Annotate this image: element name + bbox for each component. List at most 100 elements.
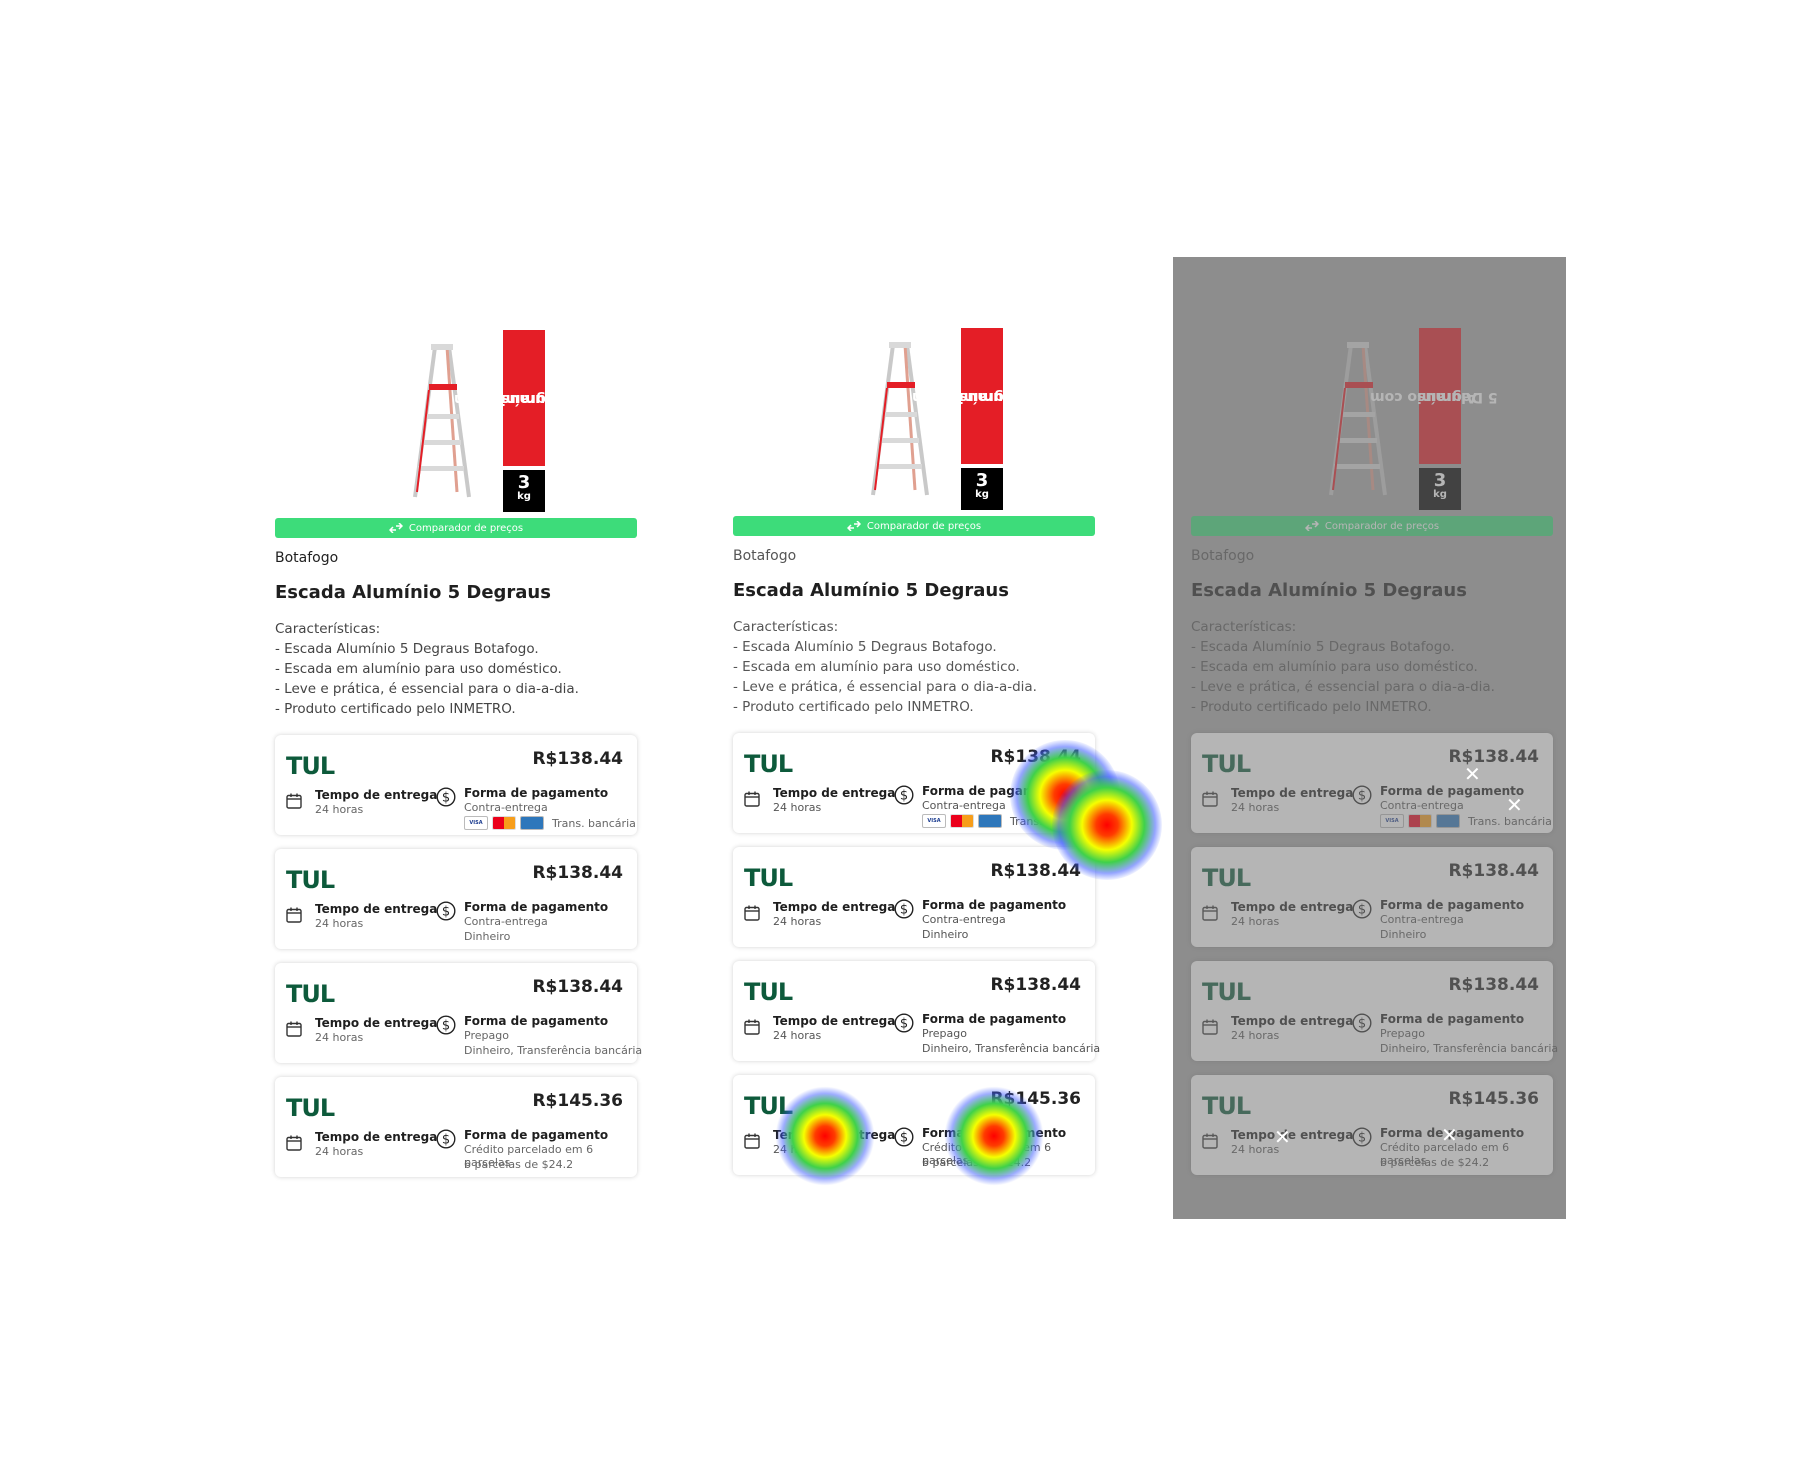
dollar-icon: $ xyxy=(436,901,456,921)
seller-logo: TUL xyxy=(286,1094,335,1122)
calendar-icon xyxy=(744,791,760,807)
weight-badge: 3 kg xyxy=(961,468,1003,510)
price-compare-button[interactable]: Comparador de preços xyxy=(1191,516,1553,536)
seller-logo: TUL xyxy=(1202,1092,1251,1120)
calendar-icon xyxy=(744,1019,760,1035)
delivery-time-value: 24 horas xyxy=(1231,1143,1280,1156)
product-image[interactable]: Alumínio com 5 Degraus 3 kg xyxy=(275,328,637,518)
calendar-icon xyxy=(1202,1019,1218,1035)
offer-card[interactable]: TUL R$138.44 Tempo de entrega 24 horas $… xyxy=(1191,733,1553,833)
calendar-icon xyxy=(1202,791,1218,807)
payment-method-label: Forma de pagamento xyxy=(1380,784,1525,798)
offer-price: R$138.44 xyxy=(532,749,623,769)
payment-method-options: Dinheiro xyxy=(922,928,969,941)
delivery-time-label: Tempo de entrega xyxy=(1231,1128,1354,1142)
payment-method-detail: Contra-entrega xyxy=(1380,799,1464,812)
delivery-time-label: Tempo de entrega xyxy=(315,1130,438,1144)
product-features: Características: - Escada Alumínio 5 Deg… xyxy=(1191,619,1495,715)
offer-card[interactable]: TUL R$138.44 Tempo de entrega 24 horas $… xyxy=(1191,847,1553,947)
offer-price: R$138.44 xyxy=(1448,975,1539,995)
seller-logo: TUL xyxy=(744,1092,793,1120)
delivery-time-label: Tempo de entrega xyxy=(773,900,896,914)
offer-price: R$145.36 xyxy=(1448,1089,1539,1109)
dollar-icon: $ xyxy=(436,787,456,807)
payment-method-detail: Prepago xyxy=(464,1029,509,1042)
product-panel-heatmap: Alumínio com 5 Degraus 3 kg Comparador de… xyxy=(733,326,1100,1189)
material-badge: Alumínio com 5 Degraus xyxy=(912,328,1039,464)
offer-card[interactable]: TUL R$145.36 Tempo de entrega 24 horas $… xyxy=(275,1077,637,1177)
seller-logo: TUL xyxy=(744,864,793,892)
payment-method-label: Forma de pagamento xyxy=(464,1128,609,1142)
payment-method-options: VISA Trans. bancária xyxy=(922,814,1094,828)
seller-logo: TUL xyxy=(1202,978,1251,1006)
delivery-time-value: 24 horas xyxy=(315,803,364,816)
calendar-icon xyxy=(286,1021,302,1037)
dollar-icon: $ xyxy=(894,899,914,919)
product-panel-clicks: Alumínio com 5 Degraus 3 kg Comparador de… xyxy=(1191,326,1558,1189)
payment-method-options: Dinheiro, Transferência bancária xyxy=(922,1042,1101,1055)
offer-card[interactable]: TUL R$138.44 Tempo de entrega 24 horas $… xyxy=(733,847,1095,947)
calendar-icon xyxy=(1202,905,1218,921)
offer-card[interactable]: TUL R$138.44 Tempo de entrega 24 horas $… xyxy=(275,735,637,835)
delivery-time-value: 24 horas xyxy=(315,1145,364,1158)
payment-method-detail: Contra-entrega xyxy=(464,915,548,928)
payment-method-detail: Contra-entrega xyxy=(1380,913,1464,926)
svg-text:$: $ xyxy=(1358,1017,1366,1032)
svg-text:$: $ xyxy=(900,903,908,918)
delivery-time-label: Tempo de entrega xyxy=(1231,900,1354,914)
svg-text:$: $ xyxy=(442,1133,450,1148)
payment-method-text: Trans. bancária xyxy=(552,816,636,830)
weight-badge: 3 kg xyxy=(503,470,545,512)
payment-method-label: Forma de pagamento xyxy=(922,898,1067,912)
material-badge: Alumínio com 5 Degraus xyxy=(1370,328,1497,464)
payment-method-detail: Prepago xyxy=(922,1027,967,1040)
offer-card[interactable]: TUL R$138.44 Tempo de entrega 24 horas $… xyxy=(275,849,637,949)
delivery-time-value: 24 horas xyxy=(773,1029,822,1042)
offer-price: R$138.44 xyxy=(1448,861,1539,881)
dollar-icon: $ xyxy=(1352,1013,1372,1033)
product-image[interactable]: Alumínio com 5 Degraus 3 kg xyxy=(733,326,1095,516)
offer-card[interactable]: TUL R$145.36 Tempo de entrega 24 horas $… xyxy=(733,1075,1095,1175)
offer-price: R$138.44 xyxy=(990,861,1081,881)
delivery-time-value: 24 horas xyxy=(1231,915,1280,928)
dollar-icon: $ xyxy=(1352,785,1372,805)
seller-logo: TUL xyxy=(286,752,335,780)
visa-icon: VISA xyxy=(1380,814,1404,828)
delivery-time-value: 24 horas xyxy=(315,917,364,930)
dollar-icon: $ xyxy=(894,1127,914,1147)
payment-method-label: Forma de pagamento xyxy=(922,1012,1067,1026)
delivery-time-label: Tempo de entrega xyxy=(773,1128,896,1142)
ladder-image xyxy=(413,344,471,498)
delivery-time-label: Tempo de entrega xyxy=(1231,786,1354,800)
offer-card[interactable]: TUL R$138.44 Tempo de entrega 24 horas $… xyxy=(733,961,1100,1061)
payment-method-label: Forma de pagamento xyxy=(922,784,1067,798)
click-marker-x: ✕ xyxy=(1441,1123,1458,1147)
delivery-time-value: 24 horas xyxy=(773,915,822,928)
dollar-icon: $ xyxy=(1352,899,1372,919)
payment-method-options: Dinheiro xyxy=(1380,928,1427,941)
product-image[interactable]: Alumínio com 5 Degraus 3 kg xyxy=(1191,326,1553,516)
price-compare-button[interactable]: Comparador de preços xyxy=(275,518,637,538)
offer-card[interactable]: TUL R$138.44 Tempo de entrega 24 horas $… xyxy=(1191,961,1558,1061)
payment-method-label: Forma de pagamento xyxy=(1380,898,1525,912)
delivery-time-label: Tempo de entrega xyxy=(315,902,438,916)
visa-icon: VISA xyxy=(464,816,488,830)
offer-card[interactable]: TUL R$145.36 Tempo de entrega 24 horas $… xyxy=(1191,1075,1553,1175)
product-title: Escada Alumínio 5 Degraus xyxy=(1191,580,1467,601)
weight-badge: 3 kg xyxy=(1419,468,1461,510)
product-features: Características: - Escada Alumínio 5 Deg… xyxy=(275,621,579,717)
offer-price: R$138.44 xyxy=(532,863,623,883)
product-title: Escada Alumínio 5 Degraus xyxy=(275,582,551,603)
product-panel-original: Alumínio com 5 Degraus 3 kg Comparador de… xyxy=(275,328,642,1191)
payment-method-detail: Contra-entrega xyxy=(922,799,1006,812)
material-badge: Alumínio com 5 Degraus xyxy=(454,330,581,466)
offer-card[interactable]: TUL R$138.44 Tempo de entrega 24 horas $… xyxy=(733,733,1095,833)
amex-icon xyxy=(1436,814,1460,828)
offer-card[interactable]: TUL R$138.44 Tempo de entrega 24 horas $… xyxy=(275,963,642,1063)
amex-icon xyxy=(520,816,544,830)
click-marker-x: ✕ xyxy=(1464,762,1481,786)
price-compare-button[interactable]: Comparador de preços xyxy=(733,516,1095,536)
compare-arrows-icon xyxy=(388,523,403,533)
seller-logo: TUL xyxy=(286,980,335,1008)
offer-list: TUL R$138.44 Tempo de entrega 24 horas $… xyxy=(275,735,642,1177)
